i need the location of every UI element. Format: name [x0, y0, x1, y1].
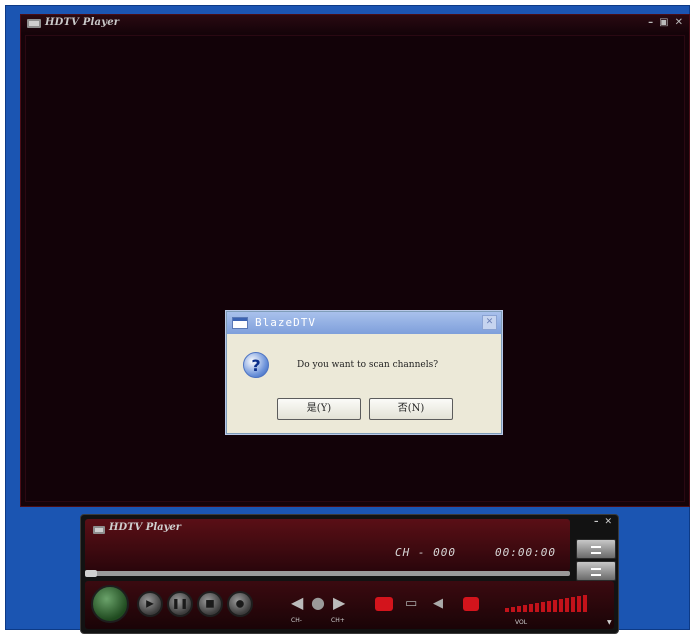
tv-logo-icon — [27, 19, 41, 28]
window-icon — [232, 317, 248, 329]
dialog-close-button[interactable]: ✕ — [482, 315, 497, 330]
time-readout: 00:00:00 — [495, 546, 556, 559]
dialog-title-bar[interactable]: BlazeDTV ✕ — [227, 312, 501, 334]
panel-minimize-button[interactable]: – — [594, 517, 599, 527]
speaker-icon[interactable]: ◀ — [433, 597, 443, 611]
seek-handle[interactable] — [85, 570, 97, 577]
camera-icon: ● — [235, 598, 245, 610]
epg-button[interactable] — [463, 597, 479, 611]
title-bar[interactable]: HDTV Player – ▣ ✕ — [21, 15, 689, 33]
panel-window-controls: – ✕ — [594, 517, 612, 527]
volume-caret-icon[interactable]: ▼ — [607, 619, 612, 626]
menu-up-button[interactable] — [576, 539, 616, 559]
close-button[interactable]: ✕ — [675, 17, 683, 29]
maximize-button[interactable]: ▣ — [659, 17, 668, 29]
no-button[interactable]: 否(N) — [369, 398, 453, 420]
power-button[interactable] — [91, 585, 129, 623]
seek-bar[interactable] — [85, 570, 570, 577]
subtitle-icon[interactable]: ▭ — [405, 597, 417, 611]
channel-down-button[interactable]: ◀ — [291, 595, 303, 611]
transport-controls: ▶ ❚❚ ■ ● ◀ CH- ● ▶ CH+ ▭ ◀ VOL ▼ — [85, 581, 614, 629]
tv-logo-icon — [93, 526, 105, 534]
minimize-button[interactable]: – — [648, 17, 653, 29]
scan-channels-dialog: BlazeDTV ✕ ? Do you want to scan channel… — [226, 311, 502, 434]
volume-label: VOL — [515, 619, 528, 626]
menu-down-button[interactable] — [576, 561, 616, 581]
control-panel: HDTV Player CH - 000 00:00:00 – ✕ ▶ ❚❚ ■… — [80, 514, 619, 634]
play-icon: ▶ — [146, 598, 154, 610]
channel-down-label: CH- — [291, 617, 302, 624]
panel-display: HDTV Player CH - 000 00:00:00 — [85, 519, 570, 571]
snapshot-button[interactable]: ● — [227, 591, 253, 617]
dialog-title: BlazeDTV — [255, 316, 316, 329]
stop-button[interactable]: ■ — [197, 591, 223, 617]
window-controls: – ▣ ✕ — [648, 17, 683, 29]
record-button[interactable] — [375, 597, 393, 611]
channel-list-button[interactable]: ● — [311, 595, 325, 611]
channel-up-button[interactable]: ▶ — [333, 595, 345, 611]
pause-button[interactable]: ❚❚ — [167, 591, 193, 617]
pause-icon: ❚❚ — [171, 598, 189, 610]
channel-readout: CH - 000 — [395, 546, 456, 559]
yes-button[interactable]: 是(Y) — [277, 398, 361, 420]
panel-title: HDTV Player — [109, 522, 182, 533]
stop-icon: ■ — [205, 598, 215, 610]
question-icon: ? — [243, 352, 269, 378]
window-title: HDTV Player — [45, 17, 120, 28]
channel-up-label: CH+ — [331, 617, 345, 624]
play-button[interactable]: ▶ — [137, 591, 163, 617]
panel-close-button[interactable]: ✕ — [604, 517, 612, 527]
dialog-message: Do you want to scan channels? — [297, 360, 439, 370]
volume-slider[interactable] — [505, 595, 587, 612]
